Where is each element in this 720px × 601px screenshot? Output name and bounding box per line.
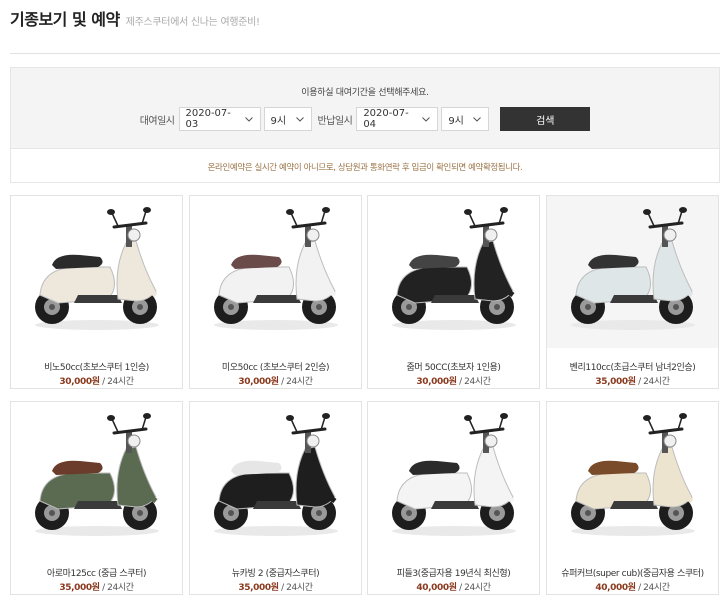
- product-price-unit: / 24시간: [635, 377, 670, 387]
- product-card[interactable]: 미오50cc (초보스쿠터 2인승) 30,000원 / 24시간: [189, 195, 362, 389]
- header-divider: [10, 53, 720, 54]
- page-title: 기종보기 및 예약: [10, 10, 120, 29]
- product-card[interactable]: 벤리110cc(초급스쿠터 남녀2인승) 35,000원 / 24시간: [546, 195, 719, 389]
- product-price: 40,000원: [595, 583, 636, 593]
- scooter-image[interactable]: [190, 196, 361, 348]
- scooter-image[interactable]: [368, 196, 539, 348]
- return-hour-select[interactable]: 9시: [441, 107, 490, 131]
- product-price-unit: / 24시간: [278, 583, 313, 593]
- product-price-unit: / 24시간: [99, 583, 134, 593]
- return-date-select[interactable]: 2020-07-04: [356, 107, 439, 131]
- scooter-image[interactable]: [190, 402, 361, 554]
- product-price: 30,000원: [238, 377, 279, 387]
- product-price-line: 30,000원 / 24시간: [11, 374, 182, 387]
- rent-date-label: 대여일시: [139, 115, 175, 127]
- scooter-image[interactable]: [547, 402, 718, 554]
- scooter-icon: [213, 413, 338, 536]
- product-name: 줌머 50CC(초보자 1인용): [406, 363, 501, 373]
- product-name: 벤리110cc(초급스쿠터 남녀2인승): [569, 363, 696, 373]
- chevron-down-icon: [472, 114, 482, 124]
- product-name: 비노50cc(초보스쿠터 1인승): [44, 363, 149, 373]
- product-price: 35,000원: [238, 583, 279, 593]
- product-price: 35,000원: [59, 583, 100, 593]
- product-card[interactable]: 아로마125cc (중급 스쿠터) 35,000원 / 24시간: [10, 401, 183, 595]
- product-card[interactable]: 슈퍼커브(super cub)(중급자용 스쿠터) 40,000원 / 24시간: [546, 401, 719, 595]
- product-name: 뉴카빙 2 (중급자스쿠터): [231, 569, 320, 579]
- rent-date-select[interactable]: 2020-07-03: [178, 107, 261, 131]
- product-price: 35,000원: [595, 377, 636, 387]
- search-guide-text: 이용하실 대여기간을 선택해주세요.: [301, 88, 429, 98]
- product-name: 아로마125cc (중급 스쿠터): [46, 569, 147, 579]
- scooter-icon: [391, 413, 516, 536]
- scooter-icon: [391, 207, 516, 330]
- product-price-line: 40,000원 / 24시간: [547, 580, 718, 593]
- product-price: 30,000원: [59, 377, 100, 387]
- scooter-image[interactable]: [11, 402, 182, 554]
- product-price-line: 35,000원 / 24시간: [547, 374, 718, 387]
- scooter-image[interactable]: [547, 196, 718, 348]
- scooter-image[interactable]: [368, 402, 539, 554]
- chevron-down-icon: [295, 114, 305, 124]
- search-button[interactable]: 검색: [500, 107, 591, 131]
- product-card[interactable]: 줌머 50CC(초보자 1인용) 30,000원 / 24시간: [367, 195, 540, 389]
- product-price-line: 35,000원 / 24시간: [11, 580, 182, 593]
- product-price-line: 30,000원 / 24시간: [368, 374, 539, 387]
- rent-hour-value: 9시: [270, 115, 287, 127]
- scooter-icon: [570, 413, 695, 536]
- search-row: 대여일시 2020-07-03 9시 반납일시 2020-07-04 9시 검색: [11, 107, 719, 131]
- return-date-value: 2020-07-04: [363, 108, 409, 130]
- rent-date-value: 2020-07-03: [185, 108, 231, 130]
- reservation-notice: 온라인예약은 실시간 예약이 아니므로, 상담원과 통화연락 후 입금이 확인되…: [207, 163, 523, 173]
- page-header: 기종보기 및 예약 제주스쿠터에서 신나는 여행준비!: [10, 6, 260, 30]
- notice-area: 온라인예약은 실시간 예약이 아니므로, 상담원과 통화연락 후 입금이 확인되…: [11, 148, 719, 182]
- scooter-icon: [570, 207, 695, 330]
- product-price-unit: / 24시간: [456, 583, 491, 593]
- product-price-unit: / 24시간: [278, 377, 313, 387]
- scooter-icon: [213, 207, 338, 330]
- scooter-icon: [34, 413, 159, 536]
- product-price-line: 40,000원 / 24시간: [368, 580, 539, 593]
- return-date-label: 반납일시: [317, 115, 353, 127]
- product-name: 피들3(중급자용 19년식 최신형): [396, 569, 511, 579]
- product-price-line: 35,000원 / 24시간: [190, 580, 361, 593]
- product-card[interactable]: 뉴카빙 2 (중급자스쿠터) 35,000원 / 24시간: [189, 401, 362, 595]
- rental-period-search-box: 이용하실 대여기간을 선택해주세요. 대여일시 2020-07-03 9시 반납…: [10, 67, 720, 183]
- product-card[interactable]: 비노50cc(초보스쿠터 1인승) 30,000원 / 24시간: [10, 195, 183, 389]
- product-price: 30,000원: [416, 377, 457, 387]
- product-price-line: 30,000원 / 24시간: [190, 374, 361, 387]
- product-price-unit: / 24시간: [99, 377, 134, 387]
- product-card[interactable]: 피들3(중급자용 19년식 최신형) 40,000원 / 24시간: [367, 401, 540, 595]
- product-price-unit: / 24시간: [456, 377, 491, 387]
- chevron-down-icon: [421, 114, 431, 124]
- return-hour-value: 9시: [448, 115, 464, 127]
- product-name: 슈퍼커브(super cub)(중급자용 스쿠터): [561, 569, 704, 579]
- product-price: 40,000원: [416, 583, 457, 593]
- scooter-image[interactable]: [11, 196, 182, 348]
- rent-hour-select[interactable]: 9시: [263, 107, 312, 131]
- page-subtitle: 제주스쿠터에서 신나는 여행준비!: [125, 17, 260, 28]
- chevron-down-icon: [244, 114, 254, 124]
- product-name: 미오50cc (초보스쿠터 2인승): [221, 363, 330, 373]
- scooter-icon: [34, 207, 159, 330]
- product-price-unit: / 24시간: [635, 583, 670, 593]
